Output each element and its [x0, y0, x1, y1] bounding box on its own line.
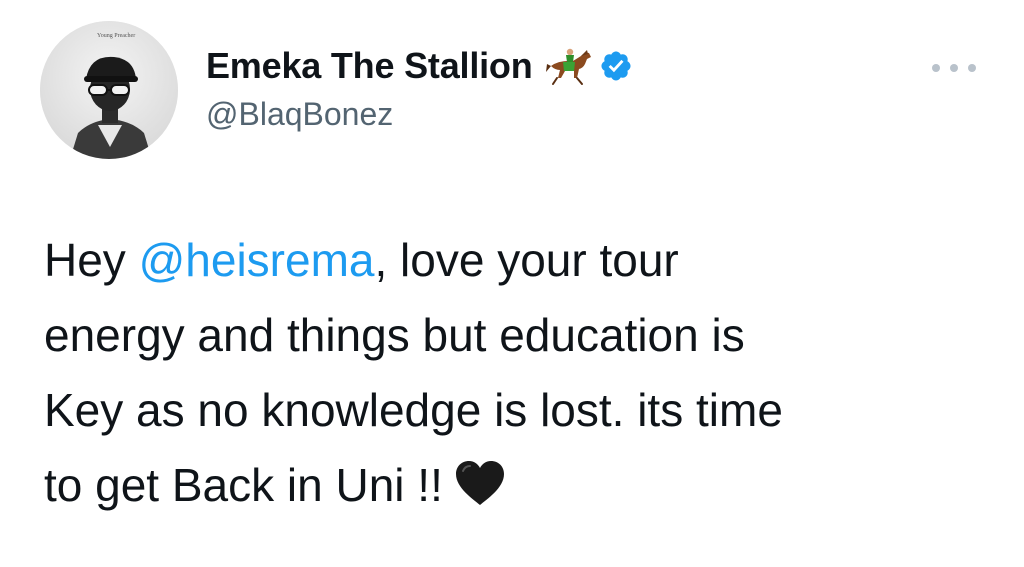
tweet-header: Emeka The Stallion @BlaqBonez	[206, 44, 633, 134]
tweet-line-4-text: to get Back in Uni !!	[44, 459, 443, 511]
tweet-text: Hey @heisrema, love your tour energy and…	[44, 223, 984, 523]
tweet-line-1: Hey @heisrema, love your tour	[44, 223, 984, 298]
name-row: Emeka The Stallion	[206, 44, 633, 88]
tweet-card: Young Preacher Emeka The Stallion @BlaqB…	[0, 0, 1024, 567]
avatar-image: Young Preacher	[40, 21, 178, 159]
dot	[950, 64, 958, 72]
display-name[interactable]: Emeka The Stallion	[206, 44, 533, 88]
racehorse-icon	[545, 48, 591, 85]
verified-badge-icon	[600, 51, 631, 81]
tweet-line-2: energy and things but education is	[44, 309, 745, 361]
tweet-text-after-mention: , love your tour	[374, 234, 679, 286]
avatar[interactable]: Young Preacher	[40, 21, 178, 159]
tweet-line-4: to get Back in Uni !!	[44, 448, 984, 523]
tweet-text-start: Hey	[44, 234, 139, 286]
dot	[968, 64, 976, 72]
user-handle[interactable]: @BlaqBonez	[206, 94, 633, 134]
tweet-line-3: Key as no knowledge is lost. its time	[44, 384, 783, 436]
dot	[932, 64, 940, 72]
mention-link[interactable]: @heisrema	[139, 234, 375, 286]
more-options-icon[interactable]	[932, 58, 976, 78]
avatar-caption: Young Preacher	[97, 33, 135, 39]
black-heart-icon	[455, 461, 504, 505]
